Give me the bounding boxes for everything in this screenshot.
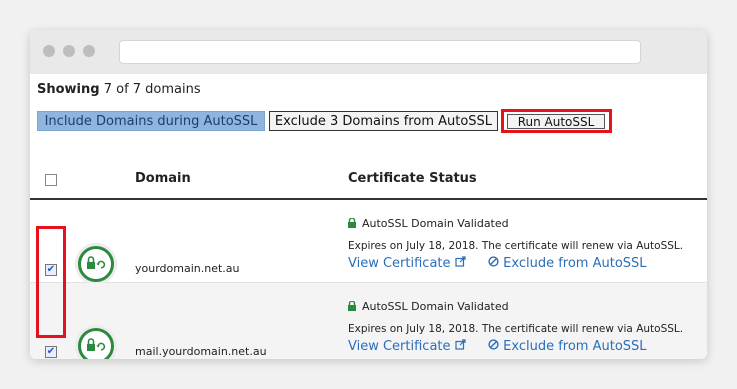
title-bar [30, 30, 707, 74]
lock-icon [348, 217, 356, 231]
autossl-status-badge [75, 325, 117, 359]
exclude-from-autossl-link[interactable]: Exclude from AutoSSL [488, 339, 647, 354]
view-certificate-link[interactable]: View Certificate [348, 339, 466, 354]
exclude-domains-button[interactable]: Exclude 3 Domains from AutoSSL [269, 111, 498, 131]
exclude-from-autossl-link[interactable]: Exclude from AutoSSL [488, 256, 647, 271]
lock-renew-icon [78, 328, 114, 359]
table-row: ✔ mail.yourdomain.net.au AutoSSL Domain … [30, 283, 707, 359]
expiry-text: Expires on July 18, 2018. The certificat… [348, 323, 684, 335]
maximize-dot-icon[interactable] [83, 45, 95, 57]
row-checkbox[interactable]: ✔ [45, 346, 57, 358]
view-certificate-link[interactable]: View Certificate [348, 256, 466, 271]
certificate-status-column-header[interactable]: Certificate Status [348, 171, 477, 186]
ban-icon [488, 256, 503, 271]
select-all-checkbox[interactable] [45, 174, 57, 186]
autossl-panel: Showing 7 of 7 domains Include Domains d… [30, 74, 707, 359]
minimize-dot-icon[interactable] [63, 45, 75, 57]
showing-count-text: 7 of 7 domains [99, 82, 201, 97]
certificate-status: AutoSSL Domain Validated [348, 217, 509, 231]
exclude-from-autossl-label: Exclude from AutoSSL [503, 339, 647, 354]
status-text: AutoSSL Domain Validated [362, 300, 509, 313]
lock-icon [348, 300, 356, 314]
domain-name: yourdomain.net.au [135, 262, 240, 275]
checkbox-highlight [36, 226, 66, 338]
showing-count: Showing 7 of 7 domains [37, 82, 201, 97]
showing-label: Showing [37, 82, 100, 97]
status-text: AutoSSL Domain Validated [362, 217, 509, 230]
external-link-icon [455, 339, 466, 354]
view-certificate-label: View Certificate [348, 339, 451, 354]
close-dot-icon[interactable] [43, 45, 55, 57]
ban-icon [488, 339, 503, 354]
run-autossl-button[interactable]: Run AutoSSL [507, 114, 605, 129]
domain-column-header[interactable]: Domain [135, 171, 191, 186]
expiry-text: Expires on July 18, 2018. The certificat… [348, 240, 684, 252]
exclude-from-autossl-label: Exclude from AutoSSL [503, 256, 647, 271]
external-link-icon [455, 256, 466, 271]
view-certificate-label: View Certificate [348, 256, 451, 271]
lock-renew-icon [78, 246, 114, 282]
include-domains-button[interactable]: Include Domains during AutoSSL [37, 111, 265, 131]
address-bar[interactable] [119, 40, 641, 64]
autossl-status-badge [75, 243, 117, 285]
certificate-status: AutoSSL Domain Validated [348, 300, 509, 314]
browser-window: Showing 7 of 7 domains Include Domains d… [30, 30, 707, 359]
domain-name: mail.yourdomain.net.au [135, 345, 267, 358]
table-row: ✔ yourdomain.net.au AutoSSL Domain Valid… [30, 200, 707, 285]
